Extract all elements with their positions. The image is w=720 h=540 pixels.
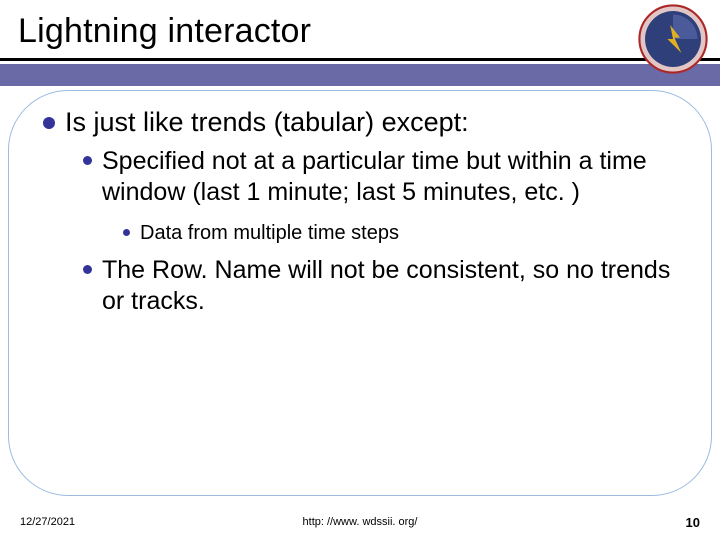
list-item: Is just like trends (tabular) except: bbox=[43, 107, 677, 138]
slide: Lightning interactor Is just like trends… bbox=[0, 0, 720, 540]
list-item: Data from multiple time steps bbox=[123, 221, 677, 245]
list-item: The Row. Name will not be consistent, so… bbox=[83, 255, 677, 316]
bullet-level-2: Specified not at a particular time but w… bbox=[83, 146, 677, 316]
content-panel: Is just like trends (tabular) except: Sp… bbox=[8, 90, 712, 496]
title-area: Lightning interactor bbox=[18, 12, 630, 51]
list-item-text: Data from multiple time steps bbox=[140, 221, 399, 245]
footer-page-number: 10 bbox=[686, 515, 700, 530]
bullet-icon bbox=[123, 229, 130, 236]
bullet-level-1: Is just like trends (tabular) except: Sp… bbox=[43, 107, 677, 316]
list-item-text: Specified not at a particular time but w… bbox=[102, 146, 677, 207]
bullet-level-3: Data from multiple time steps bbox=[123, 221, 677, 245]
list-item: Specified not at a particular time but w… bbox=[83, 146, 677, 207]
list-item-text: Is just like trends (tabular) except: bbox=[65, 107, 469, 138]
slide-title: Lightning interactor bbox=[18, 12, 630, 51]
title-underline bbox=[0, 58, 720, 61]
accent-band bbox=[0, 64, 720, 86]
nssl-logo-icon bbox=[638, 4, 708, 74]
bullet-icon bbox=[43, 117, 55, 129]
footer-link: http: //www. wdssii. org/ bbox=[0, 516, 720, 528]
list-item-text: The Row. Name will not be consistent, so… bbox=[102, 255, 677, 316]
bullet-icon bbox=[83, 265, 92, 274]
footer: 12/27/2021 http: //www. wdssii. org/ 10 bbox=[0, 512, 720, 532]
bullet-icon bbox=[83, 156, 92, 165]
